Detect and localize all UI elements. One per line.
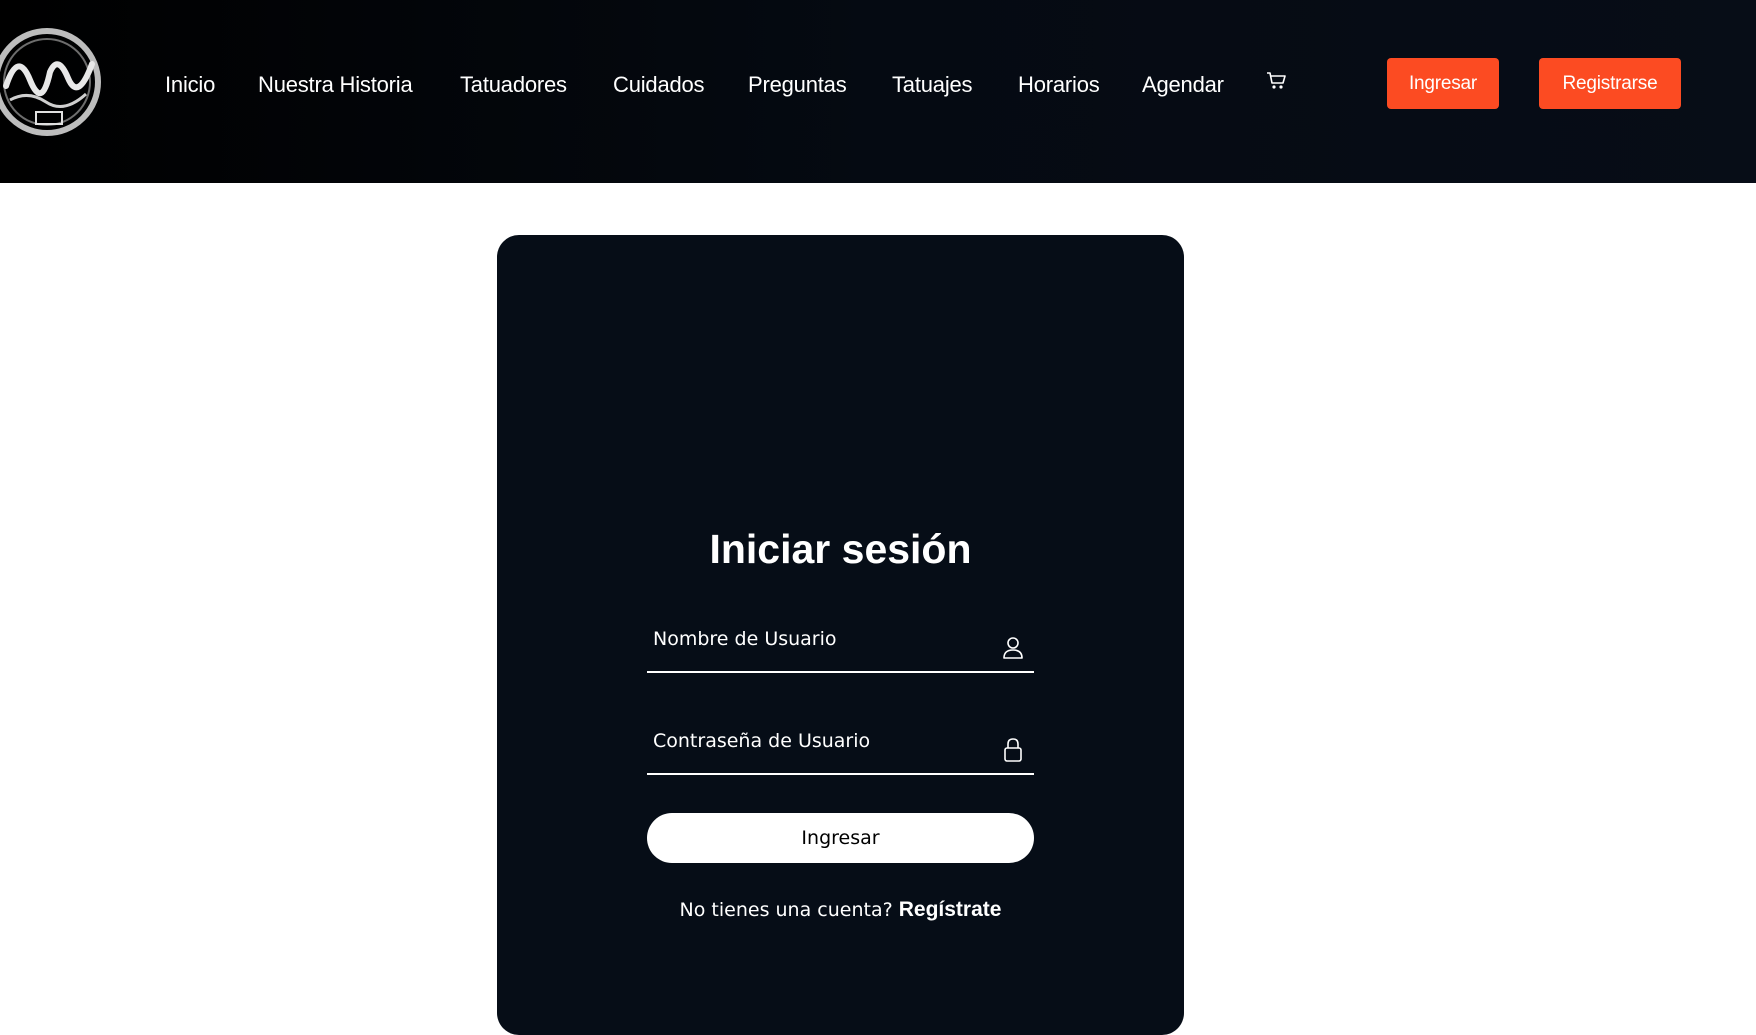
logo-icon[interactable] [0, 20, 106, 145]
signup-row: No tienes una cuenta? Regístrate [497, 897, 1184, 923]
nav-link-cuidados[interactable]: Cuidados [613, 70, 705, 100]
password-field[interactable]: Contraseña de Usuario [647, 723, 1034, 775]
submit-button[interactable]: Ingresar [647, 813, 1034, 863]
nav-link-tatuajes[interactable]: Tatuajes [892, 70, 973, 100]
cart-icon[interactable] [1266, 71, 1288, 91]
password-placeholder[interactable]: Contraseña de Usuario [653, 728, 870, 754]
nav-link-preguntas[interactable]: Preguntas [748, 70, 847, 100]
nav-link-inicio[interactable]: Inicio [165, 70, 215, 100]
nav-link-horarios[interactable]: Horarios [1018, 70, 1100, 100]
signup-prompt: No tienes una cuenta? [679, 899, 893, 921]
nav-link-agendar[interactable]: Agendar [1142, 70, 1224, 100]
login-card: Iniciar sesión Nombre de Usuario Contras… [497, 235, 1184, 1035]
signup-link[interactable]: Regístrate [899, 898, 1002, 921]
login-title: Iniciar sesión [709, 526, 972, 572]
user-icon [1003, 637, 1023, 659]
login-button[interactable]: Ingresar [1387, 58, 1499, 109]
username-placeholder[interactable]: Nombre de Usuario [653, 626, 837, 652]
nav-link-tatuadores[interactable]: Tatuadores [460, 70, 567, 100]
register-button[interactable]: Registrarse [1539, 58, 1681, 109]
top-navbar: Inicio Nuestra Historia Tatuadores Cuida… [0, 0, 1756, 183]
lock-icon [1004, 738, 1022, 762]
username-field[interactable]: Nombre de Usuario [647, 621, 1034, 673]
nav-link-nuestra-historia[interactable]: Nuestra Historia [258, 70, 413, 100]
